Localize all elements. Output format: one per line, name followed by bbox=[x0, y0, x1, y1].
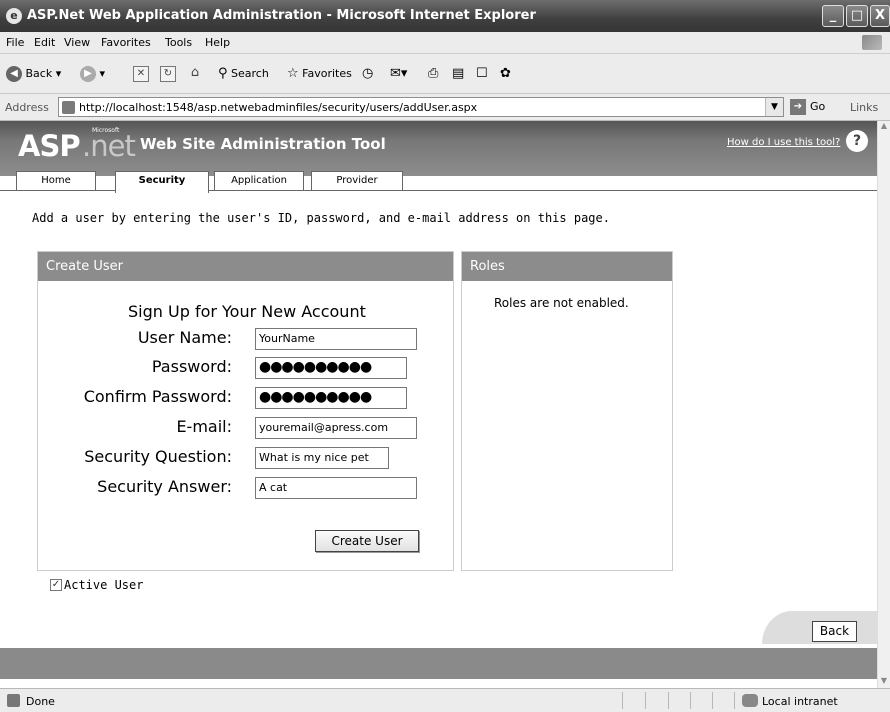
edit-icon[interactable]: ▤ bbox=[452, 66, 464, 81]
create-user-button[interactable]: Create User bbox=[315, 530, 419, 552]
messenger-icon[interactable]: ✿ bbox=[500, 66, 511, 81]
ie-icon: e bbox=[6, 8, 22, 24]
page-icon bbox=[62, 101, 75, 114]
active-user-checkbox[interactable]: ✓ bbox=[50, 579, 62, 591]
menu-file[interactable]: File bbox=[6, 36, 24, 49]
menu-bar: File Edit View Favorites Tools Help bbox=[0, 32, 890, 54]
back-arrow-icon: ◀ bbox=[6, 66, 22, 82]
discuss-icon[interactable]: ☐ bbox=[476, 66, 488, 81]
security-answer-label: Security Answer: bbox=[97, 477, 232, 496]
net-logo: .net bbox=[82, 129, 136, 163]
address-input[interactable]: http://localhost:1548/asp.netwebadminfil… bbox=[58, 97, 784, 117]
confirm-password-label: Confirm Password: bbox=[83, 387, 232, 406]
title-bar: e ASP.Net Web Application Administration… bbox=[0, 0, 890, 32]
tab-security[interactable]: Security bbox=[115, 171, 209, 193]
address-dropdown-icon[interactable]: ▼ bbox=[765, 98, 783, 116]
address-bar: Address http://localhost:1548/asp.netweb… bbox=[0, 94, 890, 121]
user-name-label: User Name: bbox=[137, 328, 232, 347]
status-divider bbox=[712, 692, 713, 709]
status-divider bbox=[645, 692, 646, 709]
roles-panel: Roles Roles are not enabled. bbox=[461, 251, 673, 571]
security-question-input[interactable]: What is my nice pet bbox=[255, 447, 389, 469]
search-toolbar-button[interactable]: ⚲ Search bbox=[218, 66, 269, 81]
security-question-label: Security Question: bbox=[84, 447, 232, 466]
status-divider bbox=[690, 692, 691, 709]
password-label: Password: bbox=[151, 357, 232, 376]
intro-text: Add a user by entering the user's ID, pa… bbox=[32, 211, 610, 225]
form-title: Sign Up for Your New Account bbox=[128, 302, 366, 321]
menu-view[interactable]: View bbox=[64, 36, 90, 49]
create-user-panel: Create User Sign Up for Your New Account… bbox=[37, 251, 454, 571]
status-divider bbox=[622, 692, 623, 709]
create-user-heading: Create User bbox=[38, 252, 453, 281]
tab-application[interactable]: Application bbox=[214, 171, 304, 191]
vertical-scrollbar[interactable]: ▲ ▼ bbox=[877, 121, 890, 688]
forward-toolbar-button[interactable]: ▶ ▾ bbox=[80, 66, 105, 82]
menu-tools[interactable]: Tools bbox=[165, 36, 192, 49]
go-button[interactable]: ➔ Go bbox=[790, 99, 825, 115]
password-input[interactable]: ●●●●●●●●●● bbox=[255, 357, 407, 379]
menu-favorites[interactable]: Favorites bbox=[101, 36, 151, 49]
favorites-toolbar-button[interactable]: ☆ Favorites bbox=[287, 66, 352, 81]
user-name-input[interactable]: YourName bbox=[255, 328, 417, 350]
scroll-down-icon[interactable]: ▼ bbox=[878, 676, 890, 688]
print-icon[interactable]: ⎙ bbox=[428, 66, 438, 81]
history-icon[interactable]: ◷ bbox=[362, 66, 373, 81]
go-arrow-icon: ➔ bbox=[790, 99, 806, 115]
back-toolbar-button[interactable]: ◀ Back ▾ bbox=[6, 66, 61, 82]
maximize-button[interactable]: □ bbox=[846, 5, 868, 27]
security-zone-text: Local intranet bbox=[762, 695, 838, 708]
email-label: E-mail: bbox=[176, 417, 232, 436]
toolbar: ◀ Back ▾ ▶ ▾ ✕ ↻ ⌂ ⚲ Search ☆ Favorites … bbox=[0, 54, 890, 94]
email-input[interactable]: youremail@apress.com bbox=[255, 417, 417, 439]
app-title: Web Site Administration Tool bbox=[140, 135, 386, 153]
back-button[interactable]: Back bbox=[812, 621, 857, 642]
site-footer bbox=[0, 648, 877, 679]
site-header: ASP .net Microsoft Web Site Administrati… bbox=[0, 121, 877, 176]
help-link[interactable]: How do I use this tool? bbox=[727, 137, 840, 148]
address-url: http://localhost:1548/asp.netwebadminfil… bbox=[79, 101, 478, 114]
search-icon: ⚲ bbox=[218, 66, 228, 81]
refresh-icon[interactable]: ↻ bbox=[160, 66, 176, 82]
windows-flag-icon bbox=[862, 35, 882, 50]
roles-heading: Roles bbox=[462, 252, 672, 281]
help-icon[interactable]: ? bbox=[846, 130, 868, 152]
address-label: Address bbox=[5, 101, 49, 114]
favorites-star-icon: ☆ bbox=[287, 66, 299, 81]
status-divider bbox=[668, 692, 669, 709]
stop-icon[interactable]: ✕ bbox=[133, 66, 149, 82]
tab-home[interactable]: Home bbox=[16, 171, 96, 191]
forward-arrow-icon: ▶ bbox=[80, 66, 96, 82]
page-content: ASP .net Microsoft Web Site Administrati… bbox=[0, 121, 877, 688]
scroll-up-icon[interactable]: ▲ bbox=[878, 121, 890, 133]
home-icon[interactable]: ⌂ bbox=[187, 66, 203, 82]
confirm-password-input[interactable]: ●●●●●●●●●● bbox=[255, 387, 407, 409]
security-answer-input[interactable]: A cat bbox=[255, 477, 417, 499]
close-button[interactable]: X bbox=[870, 5, 890, 27]
page-done-icon bbox=[7, 694, 20, 707]
minimize-button[interactable]: _ bbox=[822, 5, 844, 27]
menu-help[interactable]: Help bbox=[205, 36, 230, 49]
tab-provider[interactable]: Provider bbox=[311, 171, 403, 191]
asp-logo: ASP bbox=[18, 129, 81, 163]
roles-message: Roles are not enabled. bbox=[494, 296, 629, 310]
active-user-label: Active User bbox=[64, 578, 144, 592]
menu-edit[interactable]: Edit bbox=[34, 36, 55, 49]
local-intranet-icon bbox=[742, 694, 758, 707]
mail-icon[interactable]: ✉▾ bbox=[390, 66, 407, 81]
status-divider bbox=[734, 692, 735, 709]
status-text: Done bbox=[26, 695, 55, 708]
links-button[interactable]: Links bbox=[850, 101, 878, 114]
status-bar: Done Local intranet bbox=[0, 688, 890, 712]
microsoft-logo-text: Microsoft bbox=[92, 127, 120, 134]
window-title: ASP.Net Web Application Administration -… bbox=[27, 8, 536, 23]
